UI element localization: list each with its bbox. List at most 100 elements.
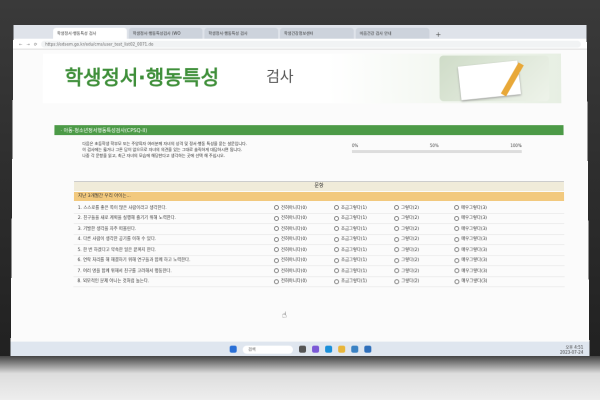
forward-icon[interactable]: → <box>27 41 30 46</box>
radio-button[interactable] <box>334 215 340 221</box>
answer-option[interactable]: 매우그렇다(3) <box>454 247 514 253</box>
reload-icon[interactable]: ⟳ <box>34 41 37 46</box>
browser-tab[interactable]: 마음건강 검사 안내 <box>355 27 430 39</box>
radio-button[interactable] <box>273 257 279 263</box>
radio-button[interactable] <box>273 226 279 232</box>
answer-option[interactable]: 조금그렇다(1) <box>334 257 394 263</box>
radio-button[interactable] <box>273 278 279 284</box>
address-bar[interactable]: https://edsem.go.kr/edu/cms/user_test_li… <box>41 40 581 48</box>
option-label: 매우그렇다(3) <box>461 268 488 274</box>
radio-button[interactable] <box>394 257 400 263</box>
answer-option[interactable]: 매우그렇다(3) <box>454 268 514 274</box>
taskbar-search[interactable]: 검색 <box>242 345 293 354</box>
answer-option[interactable]: 조금그렇다(1) <box>334 278 394 284</box>
answer-option[interactable]: 전혀아니다(0) <box>273 236 334 242</box>
system-tray: 오후 4:51 2023-07-24 <box>560 345 583 355</box>
radio-button[interactable] <box>454 247 460 253</box>
answer-option[interactable]: 조금그렇다(1) <box>334 205 394 211</box>
option-label: 조금그렇다(1) <box>341 205 367 211</box>
browser-tab[interactable]: 학생정서·행동특성 검사 <box>204 27 279 39</box>
question-text: 1. 스스로를 좋은 쪽이 많은 사람이라고 생각한다. <box>77 205 167 211</box>
answer-option[interactable]: 매우그렇다(3) <box>454 205 514 211</box>
radio-button[interactable] <box>273 247 279 253</box>
answer-option[interactable]: 매우그렇다(3) <box>454 257 514 263</box>
radio-button[interactable] <box>334 205 340 211</box>
answer-option[interactable]: 전혀아니다(0) <box>273 268 334 274</box>
radio-button[interactable] <box>454 257 460 263</box>
radio-button[interactable] <box>334 226 340 232</box>
radio-button[interactable] <box>454 278 460 284</box>
radio-button[interactable] <box>394 205 400 211</box>
browser-tab[interactable]: 학생정서·행동특성검사 (WO <box>128 27 203 39</box>
browser-tab-bar: 학생정서·행동특성 검사 학생정서·행동특성검사 (WO 학생정서·행동특성 검… <box>13 24 587 39</box>
progress-scale: 0% 50% 100% <box>352 143 522 155</box>
edge-icon[interactable] <box>324 345 332 353</box>
answer-option[interactable]: 조금그렇다(1) <box>334 226 394 232</box>
answer-option[interactable]: 그렇다(2) <box>394 278 454 284</box>
option-label: 전혀아니다(0) <box>280 279 307 285</box>
chat-icon[interactable] <box>311 345 319 353</box>
radio-button[interactable] <box>334 257 340 263</box>
answer-option[interactable]: 전혀아니다(0) <box>273 205 334 211</box>
option-label: 매우그렇다(3) <box>461 247 488 253</box>
option-label: 조금그렇다(1) <box>341 279 368 285</box>
answer-option[interactable]: 조금그렇다(1) <box>334 268 394 274</box>
answer-option[interactable]: 그렇다(2) <box>394 226 454 232</box>
radio-button[interactable] <box>454 205 460 211</box>
radio-button[interactable] <box>334 268 340 274</box>
radio-button[interactable] <box>394 236 400 242</box>
question-text: 4. 다른 사람이 생각한 공기를 이해 수 있다. <box>77 237 157 243</box>
store-icon[interactable] <box>350 345 358 353</box>
table-row: 1. 스스로를 좋은 쪽이 많은 사람이라고 생각한다. 전혀아니다(0) 조금그렇… <box>73 203 565 214</box>
radio-button[interactable] <box>334 247 340 253</box>
answer-option[interactable]: 조금그렇다(1) <box>334 236 394 242</box>
answer-option[interactable]: 전혀아니다(0) <box>273 226 334 232</box>
option-label: 조금그렇다(1) <box>341 247 367 253</box>
question-prompt: 지난 3개월간 우리 아이는... <box>73 191 565 201</box>
answer-option[interactable]: 전혀아니다(0) <box>273 257 334 263</box>
radio-button[interactable] <box>454 215 460 221</box>
back-icon[interactable]: ← <box>19 41 22 46</box>
answer-option[interactable]: 그렇다(2) <box>394 257 454 263</box>
table-row: 5. 한 번 하겠다고 약속한 일은 끝까지 한다. 전혀아니다(0) 조금그렇다(… <box>73 245 565 256</box>
browser-tab[interactable]: 학생건강정보센터 <box>280 27 354 39</box>
task-view-icon[interactable] <box>298 345 306 353</box>
answer-option[interactable]: 그렇다(2) <box>394 215 454 221</box>
answer-option[interactable]: 그렇다(2) <box>394 236 454 242</box>
radio-button[interactable] <box>334 278 340 284</box>
question-text: 3. 기발한 생각을 자주 떠올린다. <box>77 226 137 232</box>
app-icon[interactable] <box>363 345 371 353</box>
answer-option[interactable]: 전혀아니다(0) <box>273 247 334 253</box>
answer-option[interactable]: 그렇다(2) <box>394 268 454 274</box>
answer-option[interactable]: 그렇다(2) <box>394 205 454 211</box>
answer-option[interactable]: 조금그렇다(1) <box>334 247 394 253</box>
answer-option[interactable]: 전혀아니다(0) <box>273 278 334 285</box>
answer-option[interactable]: 그렇다(2) <box>394 247 454 253</box>
start-icon[interactable] <box>229 345 237 353</box>
new-tab-icon[interactable]: + <box>431 31 445 39</box>
answer-option[interactable]: 매우그렇다(3) <box>454 278 514 284</box>
folder-icon[interactable] <box>337 345 345 353</box>
table-row: 4. 다른 사람이 생각한 공기를 이해 수 있다. 전혀아니다(0) 조금그렇다(… <box>73 234 565 246</box>
browser-tab[interactable]: 학생정서·행동특성 검사 <box>53 27 127 39</box>
laptop-screen: 학생정서·행동특성 검사 학생정서·행동특성검사 (WO 학생정서·행동특성 검… <box>10 24 590 357</box>
radio-button[interactable] <box>394 268 400 274</box>
answer-option[interactable]: 매우그렇다(3) <box>454 236 514 242</box>
radio-button[interactable] <box>454 268 460 274</box>
answer-option[interactable]: 조금그렇다(1) <box>334 215 394 221</box>
radio-button[interactable] <box>273 236 279 242</box>
answer-option[interactable]: 전혀아니다(0) <box>273 215 334 221</box>
radio-button[interactable] <box>394 247 400 253</box>
radio-button[interactable] <box>394 215 400 221</box>
radio-button[interactable] <box>454 226 460 232</box>
radio-button[interactable] <box>394 226 400 232</box>
radio-button[interactable] <box>334 236 340 242</box>
answer-option[interactable]: 매우그렇다(3) <box>454 215 514 221</box>
answer-option[interactable]: 매우그렇다(3) <box>454 226 514 232</box>
option-label: 매우그렇다(3) <box>461 279 488 285</box>
radio-button[interactable] <box>394 278 400 284</box>
radio-button[interactable] <box>273 205 279 211</box>
radio-button[interactable] <box>454 236 460 242</box>
radio-button[interactable] <box>273 268 279 274</box>
radio-button[interactable] <box>273 215 279 221</box>
